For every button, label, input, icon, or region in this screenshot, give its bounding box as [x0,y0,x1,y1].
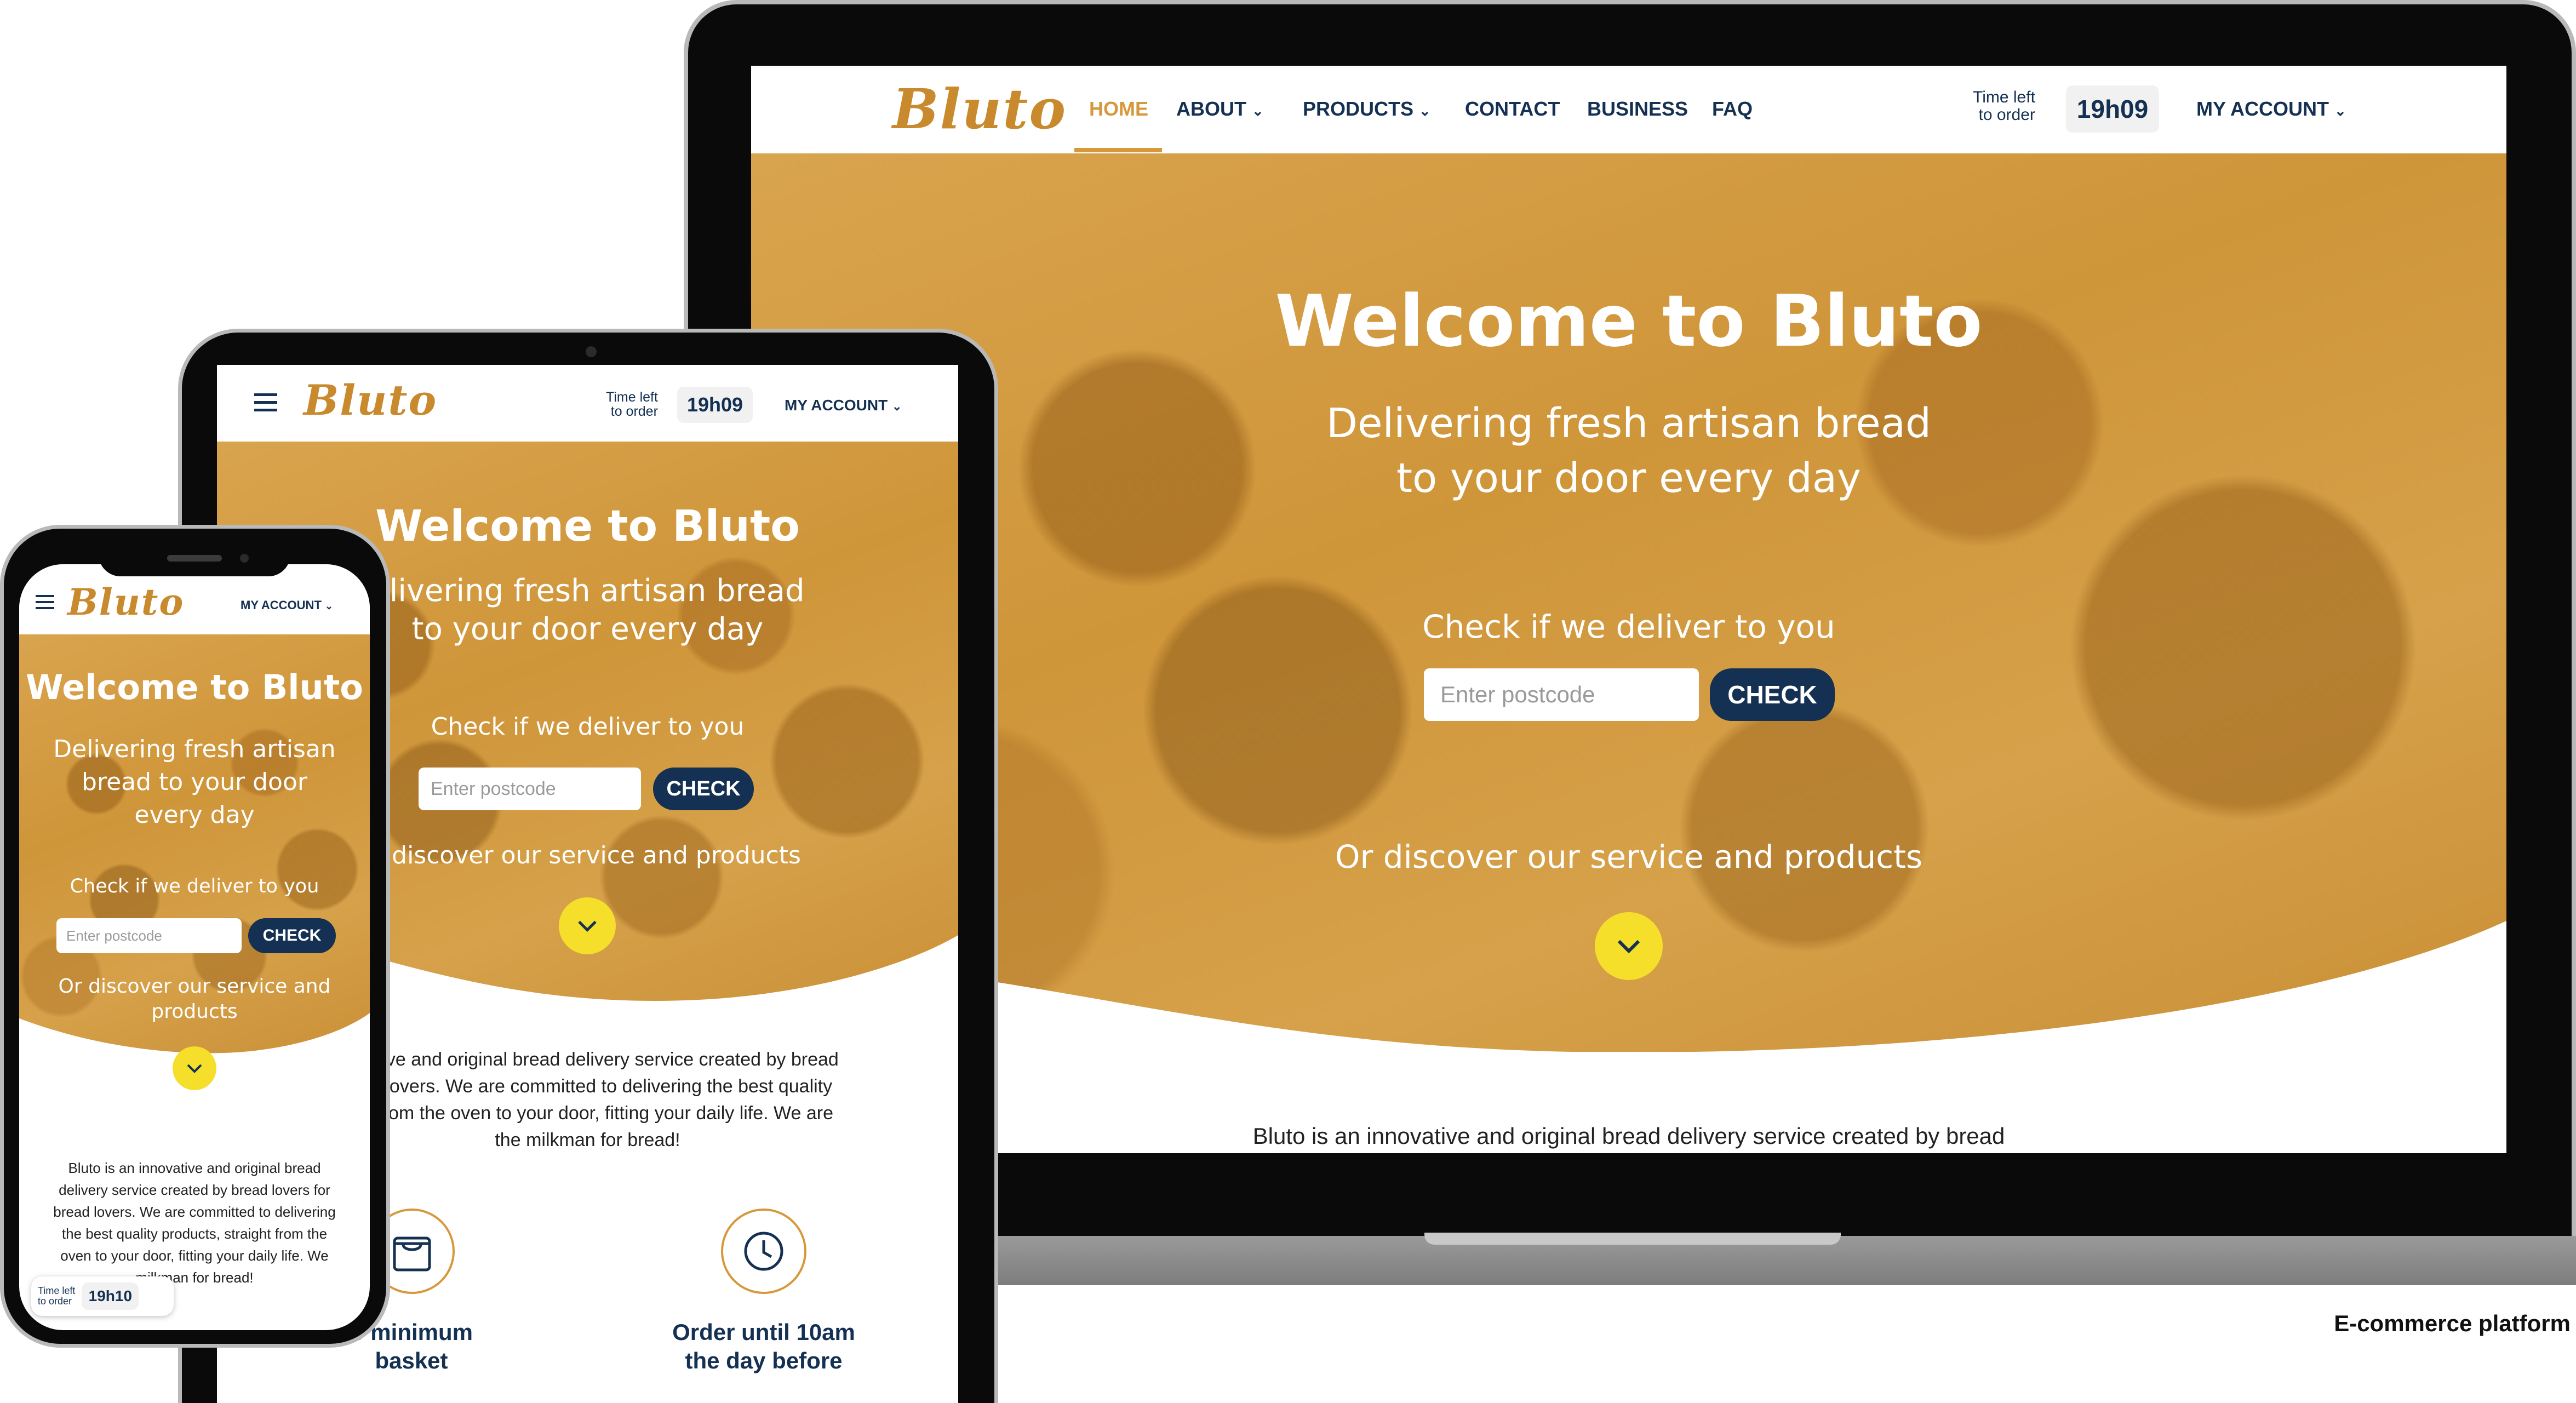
tablet-my-account-menu[interactable]: MY ACCOUNT ⌄ [785,397,902,414]
phone-intro-line: Bluto is an innovative and original brea… [68,1160,321,1176]
tablet-camera [586,346,597,357]
nav-faq[interactable]: FAQ [1712,98,1753,121]
phone-time-left-value: 19h10 [82,1282,139,1310]
phone-speaker [167,555,222,562]
chevron-down-icon: ⌄ [1252,102,1264,119]
time-left-line1: Time left [606,390,658,405]
nav-products[interactable]: PRODUCTS ⌄ [1303,98,1431,121]
platform-caption: E-commerce platform [2334,1310,2571,1336]
discover-text: Or discover our service and products [1335,838,1923,875]
phone-hero-subtitle: Delivering fresh artisan bread to your d… [19,733,370,832]
my-account-label: MY ACCOUNT [2196,98,2329,120]
nav-contact[interactable]: CONTACT [1465,98,1560,121]
tablet-check-button[interactable]: CHECK [653,768,754,810]
phone-check-button[interactable]: CHECK [248,918,336,953]
time-left-line2: to order [1978,105,2035,124]
feature-order-line1: Order until 10am [672,1319,855,1345]
nav-about[interactable]: ABOUT ⌄ [1176,98,1264,121]
tablet-bluto-logo[interactable]: Bluto [304,376,437,425]
phone-intro-line: bread lovers. We are committed to delive… [53,1204,336,1220]
feature-order-time [721,1209,806,1294]
phone-bluto-logo[interactable]: Bluto [67,581,184,623]
phone-subtitle-line2: bread to your door [82,768,307,796]
phone-discover-line1: Or discover our service and [58,975,331,998]
phone-time-left-label: Time left to order [38,1286,75,1307]
phone-subtitle-line3: every day [134,801,255,829]
hero-subtitle-line2: to your door every day [1396,455,1861,502]
tablet-top-nav: Bluto Time left to order 19h09 MY ACCOUNT… [217,365,958,442]
hamburger-menu-icon[interactable] [36,595,54,609]
phone-camera [240,554,249,563]
intro-text: Bluto is an innovative and original brea… [1252,1123,2005,1149]
bluto-logo[interactable]: Bluto [892,77,1067,141]
scroll-down-button[interactable] [1595,912,1663,980]
my-account-label: MY ACCOUNT [241,598,322,612]
chevron-down-icon [187,1064,202,1073]
time-left-line1: Time left [1973,88,2035,106]
time-left-label: Time left to order [1973,89,2035,123]
tablet-scroll-down-button[interactable] [559,897,616,954]
time-left-value: 19h09 [2066,85,2159,133]
nav-about-label: ABOUT [1176,98,1246,120]
top-nav: Bluto HOME ABOUT ⌄ PRODUCTS ⌄ CONTACT BU… [751,66,2506,153]
time-left-line2: to order [610,404,658,420]
feature-order-line2: the day before [685,1348,843,1373]
hamburger-menu-icon[interactable] [254,393,277,411]
hero-title: Welcome to Bluto [1275,279,1983,363]
phone-postcode-input[interactable]: Enter postcode [56,918,242,953]
nav-products-label: PRODUCTS [1303,98,1414,120]
my-account-label: MY ACCOUNT [785,397,888,414]
check-label: Check if we deliver to you [1422,608,1835,645]
tablet-time-left-label: Time left to order [606,390,658,419]
phone-hero-title: Welcome to Bluto [26,667,363,707]
chevron-down-icon: ⌄ [892,399,902,413]
phone-subtitle-line1: Delivering fresh artisan [53,735,336,763]
phone-intro-line: oven to your door, fitting your daily li… [60,1247,329,1264]
chevron-down-icon: ⌄ [325,600,334,611]
chevron-down-icon: ⌄ [2334,102,2346,119]
feature-basket-line2: basket [375,1348,448,1373]
laptop-screen: Welcome to Bluto Delivering fresh artisa… [751,66,2506,1153]
tablet-time-left-value: 19h09 [677,387,753,423]
check-button[interactable]: CHECK [1710,668,1835,721]
laptop-hinge [1424,1233,1841,1245]
phone-screen: Welcome to Bluto Delivering fresh artisa… [19,564,370,1330]
phone-intro-text: Bluto is an innovative and original brea… [30,1157,359,1289]
phone-hero-section: Welcome to Bluto Delivering fresh artisa… [19,634,370,1062]
postcode-input[interactable]: Enter postcode [1424,668,1699,721]
feature-order-time-label: Order until 10am the day before [665,1318,862,1375]
phone-intro-line: delivery service created by bread lovers… [59,1182,330,1198]
phone-check-label: Check if we deliver to you [70,875,319,897]
chevron-down-icon [1617,940,1640,954]
nav-business[interactable]: BUSINESS [1587,98,1688,121]
time-left-line2: to order [38,1296,72,1307]
my-account-menu[interactable]: MY ACCOUNT ⌄ [2196,98,2346,121]
phone-time-widget: Time left to order 19h10 [31,1276,174,1316]
chevron-down-icon: ⌄ [1419,102,1431,119]
tablet-postcode-input[interactable]: Enter postcode [419,768,641,810]
time-left-line1: Time left [38,1285,76,1297]
phone-intro-line: the best quality products, straight from… [61,1226,328,1242]
shopping-bag-icon [393,1236,431,1272]
chevron-down-icon [578,920,597,932]
phone-scroll-down-button[interactable] [173,1046,216,1090]
nav-home[interactable]: HOME [1089,98,1148,121]
phone-my-account-menu[interactable]: MY ACCOUNT ⌄ [241,598,333,612]
nav-active-indicator [1074,148,1162,152]
hero-subtitle-line1: Delivering fresh artisan bread [1326,400,1931,447]
clock-icon [744,1232,783,1271]
